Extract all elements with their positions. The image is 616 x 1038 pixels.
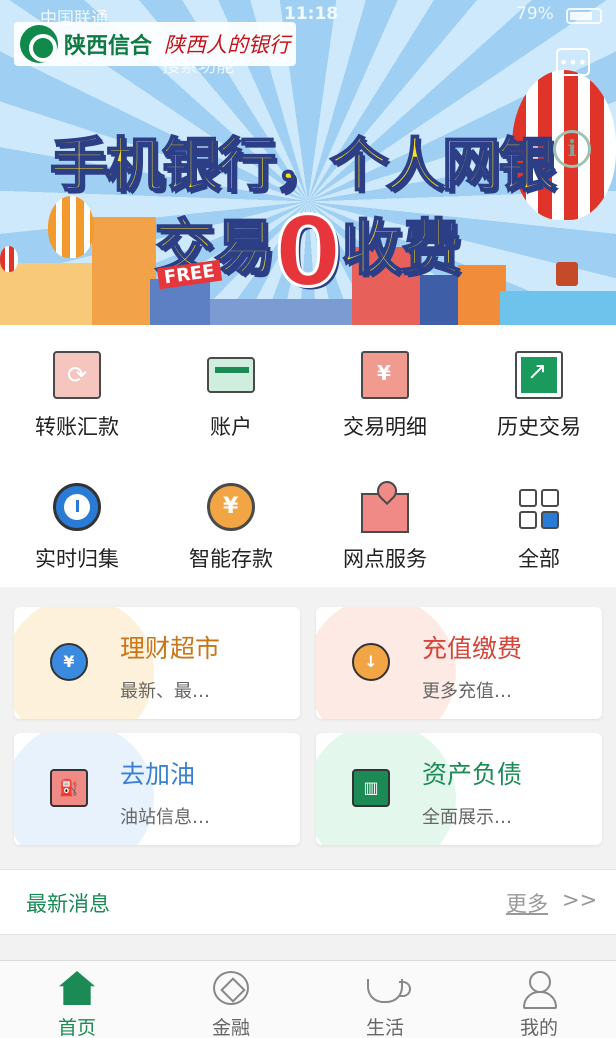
recharge-icon: ↓ (352, 643, 390, 681)
tab-label: 金融 (211, 1017, 250, 1038)
card-title: 去加油 (120, 760, 196, 789)
menu-item-label: 账户 (210, 415, 252, 439)
headline-zero: 0 (273, 195, 343, 310)
card-subtitle: 全面展示… (422, 807, 512, 828)
user-icon (521, 971, 557, 1009)
info-icon[interactable]: i (553, 130, 591, 168)
promo-banner[interactable]: 手机银行，个人网银 交易0收费 FREE i 中国联通 11:18 79% 陕西… (0, 0, 616, 325)
double-chevron-right-icon[interactable]: >> (562, 888, 597, 912)
tab-label: 首页 (57, 1017, 96, 1038)
tab-mine[interactable]: 我的 (462, 961, 616, 1038)
banner-headline-line2: 交易0收费 (0, 195, 616, 310)
news-title: 最新消息 (26, 892, 110, 916)
menu-item-label: 智能存款 (189, 547, 273, 571)
tab-life[interactable]: 生活 (308, 961, 462, 1038)
card-subtitle: 最新、最… (120, 681, 210, 702)
bottom-tab-bar: 首页 金融 生活 我的 (0, 960, 616, 1038)
menu-item-account[interactable]: 账户 (154, 325, 308, 445)
coin-icon (207, 483, 255, 531)
card-title: 理财超市 (120, 634, 221, 663)
finance-icon (213, 971, 249, 1005)
grid-icon (515, 483, 563, 531)
menu-item-label: 转账汇款 (35, 415, 119, 439)
chat-bubble-icon: ••• (558, 52, 588, 72)
gas-pump-icon: ⛽ (50, 769, 88, 807)
chart-icon (515, 351, 563, 399)
bank-logo-mark-icon (20, 25, 58, 63)
card-assets-liabilities[interactable]: ▥ 资产负债 全面展示… (316, 733, 602, 845)
more-news-link[interactable]: 更多 (506, 888, 548, 918)
tab-label: 我的 (519, 1017, 558, 1038)
menu-item-smart-deposit[interactable]: 智能存款 (154, 457, 308, 577)
menu-item-branch-service[interactable]: 网点服务 (308, 457, 462, 577)
menu-item-label: 全部 (518, 547, 560, 571)
card-subtitle: 油站信息… (120, 807, 210, 828)
headline-suffix: 收费 (340, 213, 462, 285)
tab-label: 生活 (365, 1017, 404, 1038)
battery-icon (566, 8, 602, 24)
banner-headline-line1: 手机银行，个人网银 (49, 130, 557, 200)
menu-item-transfer[interactable]: 转账汇款 (0, 325, 154, 445)
card-recharge[interactable]: ↓ 充值缴费 更多充值… (316, 607, 602, 719)
latest-news-bar: 最新消息 更多 >> (0, 869, 616, 935)
tab-home[interactable]: 首页 (0, 961, 154, 1038)
home-icon (59, 971, 95, 1005)
menu-item-realtime-collect[interactable]: 实时归集 (0, 457, 154, 577)
bank-name: 陕西信合 (64, 34, 153, 59)
menu-item-history[interactable]: 历史交易 (462, 325, 616, 445)
menu-item-label: 交易明细 (343, 415, 427, 439)
account-card-icon (207, 357, 255, 393)
map-pin-icon (361, 493, 409, 533)
battery-percent: 79% (516, 4, 554, 24)
clock-icon (53, 483, 101, 531)
card-title: 资产负债 (422, 760, 523, 789)
feature-cards: ¥ 理财超市 最新、最… ↓ 充值缴费 更多充值… ⛽ 去加油 油站信息… ▥ … (0, 587, 616, 869)
quick-menu-grid: 转账汇款 账户 交易明细 历史交易 实时归集 智能存款 网点服务 全部 (0, 325, 616, 587)
menu-item-label: 网点服务 (343, 547, 427, 571)
menu-item-transaction-detail[interactable]: 交易明细 (308, 325, 462, 445)
menu-item-label: 历史交易 (497, 415, 581, 439)
menu-item-all[interactable]: 全部 (462, 457, 616, 577)
message-button[interactable]: ••• (556, 48, 590, 76)
app-screen: 手机银行，个人网银 交易0收费 FREE i 中国联通 11:18 79% 陕西… (0, 0, 616, 1038)
card-refuel[interactable]: ⛽ 去加油 油站信息… (14, 733, 300, 845)
transfer-icon (53, 351, 101, 399)
coffee-cup-icon (367, 979, 411, 1003)
tab-finance[interactable]: 金融 (154, 961, 308, 1038)
clock-label: 11:18 (284, 4, 339, 24)
card-subtitle: 更多充值… (422, 681, 512, 702)
menu-item-label: 实时归集 (35, 547, 119, 571)
search-hint[interactable]: 搜索功能 (162, 52, 234, 78)
card-title: 充值缴费 (422, 634, 523, 663)
ledger-icon: ▥ (352, 769, 390, 807)
receipt-icon (361, 351, 409, 399)
yen-coin-icon: ¥ (50, 643, 88, 681)
card-wealth-market[interactable]: ¥ 理财超市 最新、最… (14, 607, 300, 719)
bank-logo: 陕西信合 陕西人的银行 (14, 22, 297, 66)
